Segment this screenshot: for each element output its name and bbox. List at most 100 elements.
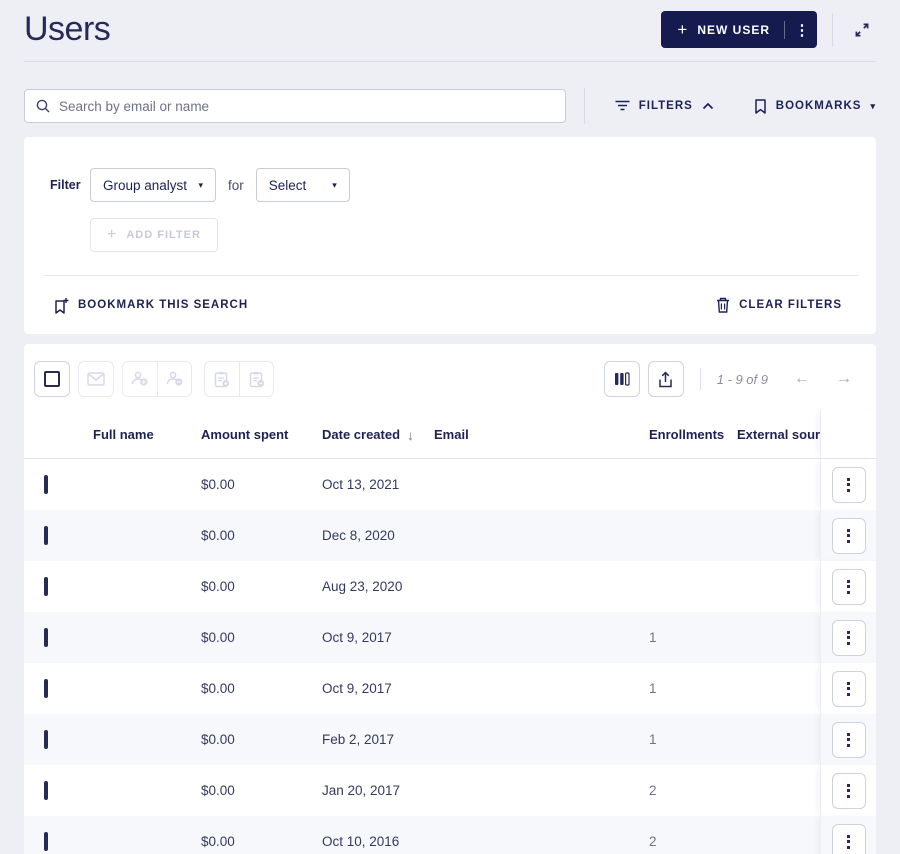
expand-button[interactable] bbox=[848, 16, 876, 44]
add-filter-label: ADD FILTER bbox=[126, 229, 201, 241]
row-actions-button[interactable] bbox=[831, 670, 866, 707]
filters-button[interactable]: FILTERS bbox=[615, 100, 714, 112]
clear-filters-label: CLEAR FILTERS bbox=[739, 299, 842, 311]
date-created-cell: Jan 20, 2017 bbox=[322, 783, 401, 798]
unenroll-button[interactable] bbox=[239, 362, 273, 396]
amount-spent-cell: $0.00 bbox=[201, 834, 235, 849]
next-page-button[interactable]: → bbox=[836, 370, 852, 388]
for-label: for bbox=[228, 177, 244, 193]
row-actions-button[interactable] bbox=[831, 568, 866, 605]
row-checkbox[interactable] bbox=[44, 628, 48, 647]
row-checkbox[interactable] bbox=[44, 475, 48, 494]
amount-spent-cell: $0.00 bbox=[201, 630, 235, 645]
date-created-cell: Feb 2, 2017 bbox=[322, 732, 395, 747]
new-user-label: NEW USER bbox=[697, 22, 770, 37]
enrollment-buttons bbox=[204, 361, 274, 397]
enroll-button[interactable] bbox=[205, 362, 239, 396]
column-header-enrollments[interactable]: Enrollments bbox=[649, 427, 737, 442]
bookmark-search-button[interactable]: BOOKMARK THIS SEARCH bbox=[54, 297, 248, 314]
enrollments-cell: 1 bbox=[649, 630, 657, 645]
users-page: Users + NEW USER ⋮ Search by email or na… bbox=[0, 0, 900, 854]
remove-from-group-button[interactable] bbox=[157, 362, 191, 396]
table-row: $0.00 Dec 8, 2020 bbox=[24, 510, 876, 561]
date-created-cell: Oct 9, 2017 bbox=[322, 681, 392, 696]
columns-button[interactable] bbox=[603, 361, 640, 397]
column-header-date-created[interactable]: Date created ↓ bbox=[322, 427, 434, 443]
row-actions-button[interactable] bbox=[831, 721, 866, 758]
caret-down-icon: ▾ bbox=[198, 179, 203, 190]
row-checkbox[interactable] bbox=[44, 679, 48, 698]
search-input[interactable] bbox=[59, 98, 555, 114]
row-actions-button[interactable] bbox=[831, 772, 866, 809]
row-actions-button[interactable] bbox=[831, 517, 866, 554]
table-row: $0.00 Feb 2, 2017 1 bbox=[24, 714, 876, 765]
enrollments-cell: 2 bbox=[649, 783, 657, 798]
trash-icon bbox=[716, 297, 730, 313]
date-created-cell: Oct 9, 2017 bbox=[322, 630, 392, 645]
header-actions: + NEW USER ⋮ bbox=[661, 11, 876, 48]
row-checkbox[interactable] bbox=[44, 832, 48, 851]
amount-spent-cell: $0.00 bbox=[201, 528, 235, 543]
button-divider bbox=[784, 20, 785, 39]
row-checkbox[interactable] bbox=[44, 781, 48, 800]
panel-footer: BOOKMARK THIS SEARCH CLEAR FILTERS bbox=[24, 276, 876, 334]
row-actions-button[interactable] bbox=[831, 619, 866, 656]
pagination-divider bbox=[699, 368, 701, 390]
clipboard-remove-icon bbox=[249, 371, 265, 388]
pagination-status: 1 - 9 of 9 bbox=[716, 371, 768, 387]
amount-spent-cell: $0.00 bbox=[201, 579, 235, 594]
row-actions-button[interactable] bbox=[831, 466, 866, 503]
filter-panel: Filter Group analyst ▾ for Select ▾ + AD… bbox=[24, 137, 876, 334]
new-user-button[interactable]: + NEW USER ⋮ bbox=[661, 11, 817, 48]
previous-page-button[interactable]: ← bbox=[794, 370, 810, 388]
filter-icon bbox=[615, 100, 630, 112]
row-actions-button[interactable] bbox=[831, 823, 866, 854]
add-to-group-button[interactable] bbox=[123, 362, 157, 396]
bookmark-add-icon bbox=[54, 297, 69, 314]
filter-field-select[interactable]: Group analyst ▾ bbox=[90, 168, 216, 202]
row-checkbox[interactable] bbox=[44, 730, 48, 749]
email-users-button[interactable] bbox=[78, 361, 114, 397]
export-icon bbox=[657, 370, 674, 388]
amount-spent-cell: $0.00 bbox=[201, 732, 235, 747]
row-checkbox[interactable] bbox=[44, 577, 48, 596]
table-header-row: Full name Amount spent Date created ↓ Em… bbox=[24, 411, 876, 459]
header-divider bbox=[832, 12, 833, 47]
expand-icon bbox=[852, 20, 872, 40]
select-all-button[interactable] bbox=[34, 361, 70, 397]
column-header-amount-spent[interactable]: Amount spent bbox=[201, 427, 322, 442]
select-all-checkbox[interactable] bbox=[44, 371, 60, 387]
column-header-email[interactable]: Email bbox=[434, 427, 649, 442]
bookmarks-label: BOOKMARKS bbox=[775, 100, 862, 112]
sort-descending-icon: ↓ bbox=[407, 426, 415, 443]
row-checkbox[interactable] bbox=[44, 526, 48, 545]
date-created-cell: Dec 8, 2020 bbox=[322, 528, 395, 543]
filter-value-placeholder: Select bbox=[268, 177, 307, 193]
new-user-menu-button[interactable]: ⋮ bbox=[789, 21, 815, 39]
column-header-full-name[interactable]: Full name bbox=[93, 427, 201, 442]
filter-label: Filter bbox=[50, 178, 81, 192]
table-row: $0.00 Jan 20, 2017 2 bbox=[24, 765, 876, 816]
table-toolbar: 1 - 9 of 9 ← → bbox=[24, 344, 876, 411]
search-row: FILTERS BOOKMARKS ▾ bbox=[24, 88, 876, 124]
columns-icon bbox=[614, 372, 630, 386]
page-title: Users bbox=[24, 10, 111, 48]
group-membership-buttons bbox=[122, 361, 192, 397]
add-filter-button[interactable]: + ADD FILTER bbox=[90, 218, 218, 252]
date-created-cell: Oct 10, 2016 bbox=[322, 834, 400, 849]
bookmark-search-label: BOOKMARK THIS SEARCH bbox=[78, 299, 249, 311]
toolbar-divider bbox=[583, 88, 585, 124]
table-row: $0.00 Oct 10, 2016 2 bbox=[24, 816, 876, 854]
clipboard-add-icon bbox=[214, 371, 230, 388]
clear-filters-button[interactable]: CLEAR FILTERS bbox=[716, 297, 842, 313]
search-box bbox=[24, 89, 566, 123]
actions-column-header bbox=[820, 411, 876, 458]
bookmarks-button[interactable]: BOOKMARKS ▾ bbox=[754, 98, 876, 114]
date-created-cell: Oct 13, 2021 bbox=[322, 477, 400, 492]
filters-label: FILTERS bbox=[638, 100, 693, 112]
caret-down-icon: ▾ bbox=[332, 179, 337, 190]
export-button[interactable] bbox=[647, 361, 684, 397]
plus-icon: + bbox=[107, 226, 118, 243]
enrollments-cell: 2 bbox=[649, 834, 657, 849]
filter-value-select[interactable]: Select ▾ bbox=[255, 168, 350, 202]
